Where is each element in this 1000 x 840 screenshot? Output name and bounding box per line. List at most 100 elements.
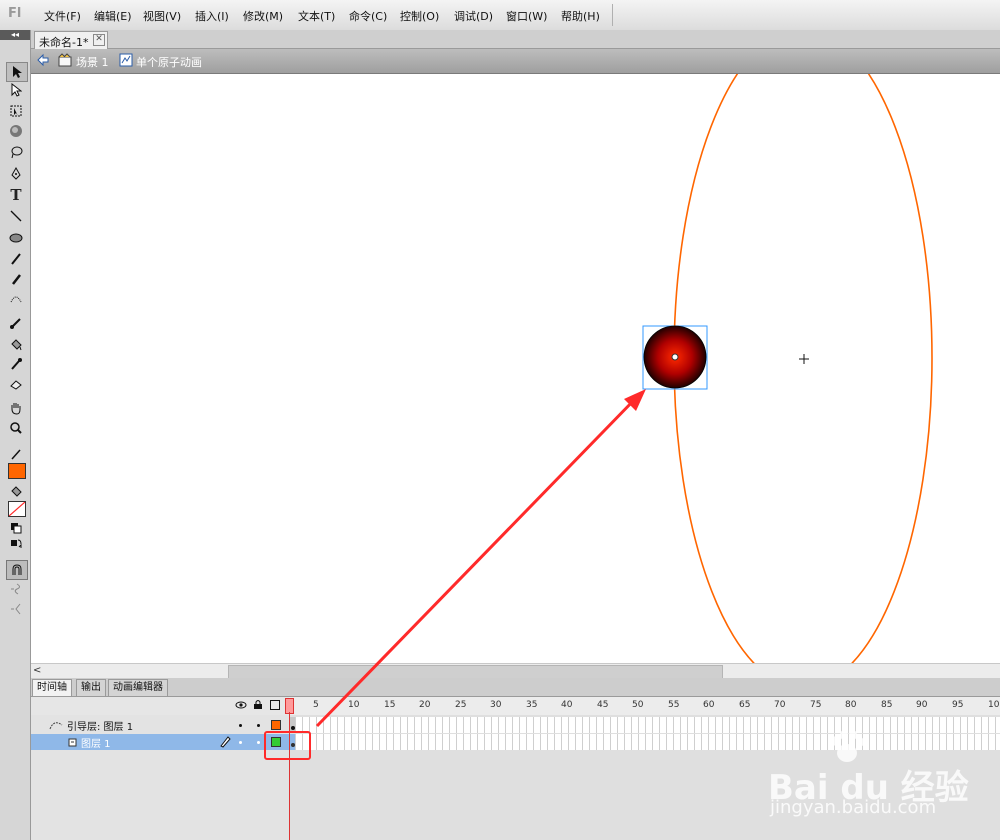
menu-commands[interactable]: 命令(C): [349, 8, 387, 24]
visible-dot[interactable]: [239, 741, 242, 744]
hand-tool-icon[interactable]: [6, 399, 26, 417]
frame-ruler[interactable]: 1 5 10 15 20 25 30 35 40 45 50 55 60 65 …: [287, 697, 1000, 715]
frame-number: 35: [526, 700, 538, 710]
menu-view[interactable]: 视图(V): [143, 8, 181, 24]
frame-number: 45: [597, 700, 609, 710]
selection-tool-icon[interactable]: [6, 62, 28, 82]
tab-timeline[interactable]: 时间轴: [32, 679, 72, 696]
subselection-tool-icon[interactable]: [6, 81, 26, 99]
oval-tool-icon[interactable]: [6, 229, 26, 247]
guide-path-ellipse: [673, 74, 933, 663]
layer-outline-color[interactable]: [271, 720, 281, 730]
pencil-icon: [219, 735, 231, 751]
fill-color-swatch[interactable]: [8, 501, 26, 517]
frame-number: 50: [632, 700, 644, 710]
menu-divider: [612, 4, 613, 26]
back-arrow-icon[interactable]: [36, 53, 50, 67]
snap-to-objects-icon[interactable]: [6, 560, 28, 580]
3d-rotation-tool-icon[interactable]: [6, 122, 26, 140]
frame-number: 20: [419, 700, 431, 710]
layer-row-guide[interactable]: 引导层: 图层 1: [31, 717, 289, 733]
tab-output[interactable]: 输出: [76, 679, 106, 696]
unlocked-dot[interactable]: [257, 741, 260, 744]
layer-outline-color[interactable]: [271, 737, 281, 747]
zoom-tool-icon[interactable]: [6, 419, 26, 437]
pencil-tool-icon[interactable]: [6, 250, 26, 268]
panel-tab-bar: 时间轴 输出 动画编辑器: [31, 678, 1000, 697]
app-logo: Fl: [8, 6, 22, 21]
straighten-icon[interactable]: [6, 600, 26, 618]
watermark-url: jingyan.baidu.com: [770, 797, 937, 818]
frame-number: 55: [668, 700, 680, 710]
document-tab[interactable]: 未命名-1* ✕: [34, 31, 108, 49]
menu-insert[interactable]: 插入(I): [195, 8, 229, 24]
scroll-left-icon[interactable]: <: [33, 665, 41, 676]
menu-control[interactable]: 控制(O): [400, 8, 439, 24]
outline-icon[interactable]: [270, 700, 280, 710]
bone-tool-icon[interactable]: [6, 314, 26, 332]
symbol-breadcrumb[interactable]: 单个原子动画: [136, 54, 202, 70]
swap-colors-icon[interactable]: [6, 535, 26, 553]
free-transform-tool-icon[interactable]: [6, 102, 26, 120]
scene-breadcrumb[interactable]: 场景 1: [76, 54, 109, 70]
stroke-color-swatch[interactable]: [8, 463, 26, 479]
paw-logo-icon: [827, 729, 867, 768]
frame-number: 65: [739, 700, 751, 710]
frame-number: 95: [952, 700, 964, 710]
frame-number: 15: [384, 700, 396, 710]
document-tab-bar: [31, 30, 1000, 49]
layer-name[interactable]: 引导层: 图层 1: [67, 718, 133, 733]
brush-tool-icon[interactable]: [6, 270, 26, 288]
layer-name[interactable]: 图层 1: [81, 735, 111, 750]
layer-row-1[interactable]: 图层 1: [31, 734, 289, 750]
eye-icon[interactable]: [235, 700, 247, 713]
frame-number: 60: [703, 700, 715, 710]
frames-row-guide[interactable]: [289, 717, 1000, 733]
unlocked-dot[interactable]: [257, 724, 260, 727]
collapse-toolbar-button[interactable]: ◂◂: [0, 30, 30, 40]
stage-horizontal-scrollbar[interactable]: <: [31, 663, 1000, 679]
menu-edit[interactable]: 编辑(E): [94, 8, 132, 24]
deco-tool-icon[interactable]: [6, 290, 26, 308]
transform-point: [671, 353, 679, 361]
eyedropper-tool-icon[interactable]: [6, 355, 26, 373]
frame-number: 90: [916, 700, 928, 710]
visible-dot[interactable]: [239, 724, 242, 727]
line-tool-icon[interactable]: [6, 207, 26, 225]
playhead[interactable]: [285, 697, 294, 840]
menu-modify[interactable]: 修改(M): [243, 8, 283, 24]
smooth-icon[interactable]: [6, 580, 26, 598]
layer-list: 引导层: 图层 1 图层 1: [31, 715, 289, 840]
menu-text[interactable]: 文本(T): [298, 8, 335, 24]
menu-bar: Fl 文件(F) 编辑(E) 视图(V) 插入(I) 修改(M) 文本(T) 命…: [0, 0, 1000, 31]
paint-bucket-tool-icon[interactable]: [6, 336, 26, 354]
scene-icon: [58, 53, 72, 67]
eraser-tool-icon[interactable]: [6, 375, 26, 393]
menu-help[interactable]: 帮助(H): [561, 8, 600, 24]
lasso-tool-icon[interactable]: [6, 143, 26, 161]
movie-clip-symbol-icon: [119, 53, 133, 67]
stage[interactable]: [31, 74, 1000, 663]
frames-row-layer1[interactable]: [289, 734, 1000, 750]
tab-motion-editor[interactable]: 动画编辑器: [108, 679, 168, 696]
document-tab-label: 未命名-1*: [39, 36, 89, 49]
layer-icon: [67, 736, 79, 751]
frame-number: 40: [561, 700, 573, 710]
guide-layer-icon: [49, 719, 63, 734]
menu-window[interactable]: 窗口(W): [506, 8, 547, 24]
fill-color-icon[interactable]: [6, 483, 26, 501]
scroll-thumb[interactable]: [228, 665, 723, 679]
frame-number: 10: [348, 700, 360, 710]
frame-number: 85: [881, 700, 893, 710]
menu-debug[interactable]: 调试(D): [454, 8, 493, 24]
frame-number: 80: [845, 700, 857, 710]
frame-number: 70: [774, 700, 786, 710]
registration-crosshair: [799, 354, 809, 364]
menu-file[interactable]: 文件(F): [44, 8, 81, 24]
stroke-color-icon[interactable]: [6, 445, 26, 463]
frame-number: 30: [490, 700, 502, 710]
text-tool-icon[interactable]: T: [6, 186, 26, 204]
lock-icon[interactable]: [253, 699, 263, 713]
close-icon[interactable]: ✕: [93, 34, 105, 46]
pen-tool-icon[interactable]: [6, 165, 26, 183]
